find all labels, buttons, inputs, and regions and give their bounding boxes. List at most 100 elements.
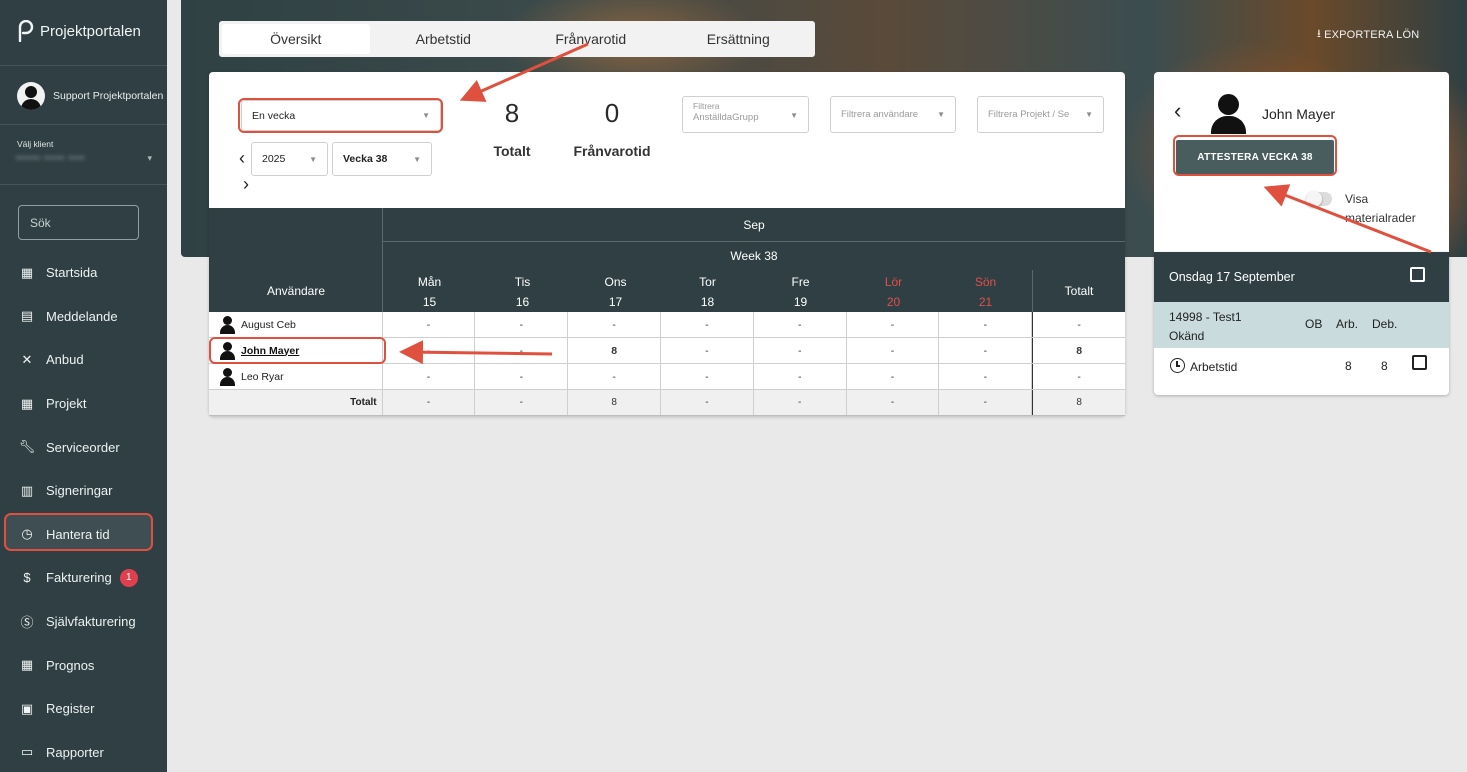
stat-total-value: 8 [504, 98, 520, 128]
group-filter-line1: Filtrera [693, 101, 720, 111]
user-filter-placeholder: Filtrera användare [841, 109, 919, 120]
sidebar-item-startsida[interactable]: ▦ Startsida [0, 251, 167, 295]
day-cell: - [661, 364, 754, 389]
chevron-right-icon[interactable]: › [243, 174, 249, 195]
export-button[interactable]: ⭳ EXPORTERA LÖN [1317, 25, 1419, 44]
day-cell: - [475, 338, 569, 363]
message-icon: ▤ [20, 308, 34, 324]
sidebar-item-label: Prognos [46, 657, 95, 673]
day-cell: - [475, 312, 569, 337]
day-date: 19 [793, 295, 808, 309]
annotation-highlight [238, 98, 443, 133]
sidebar-item-label: Signeringar [46, 483, 113, 499]
annotation-highlight [1173, 135, 1337, 176]
tab-oversikt[interactable]: Översikt [222, 24, 370, 54]
sidebar-item-fakturering[interactable]: $ Fakturering 1 [0, 556, 167, 600]
panel-user-name: John Mayer [1262, 106, 1336, 122]
day-cell: - [383, 364, 476, 389]
search-input[interactable]: Sök [18, 205, 139, 240]
day-cell: - [661, 338, 754, 363]
wrench-icon: 🔧︎ [18, 439, 36, 455]
client-value: •••••• ••••• •••• [16, 153, 86, 163]
user-filter[interactable]: Filtrera användare ▼ [830, 96, 956, 133]
group-filter[interactable]: Filtrera AnställdaGrupp ▼ [682, 96, 809, 133]
tab-franvarotid[interactable]: Frånvarotid [517, 24, 665, 54]
sidebar-item-anbud[interactable]: ✕ Anbud [0, 338, 167, 382]
sidebar-item-projekt[interactable]: ▦ Projekt [0, 382, 167, 426]
material-rows-toggle[interactable] [1306, 191, 1332, 207]
tools-icon: ✕ [21, 351, 33, 367]
clock-icon: ◷ [21, 526, 33, 542]
footer-cell: - [383, 390, 476, 415]
dollar-circle-icon: Ⓢ [20, 615, 34, 631]
year-select[interactable]: 2025 ▼ [251, 142, 328, 176]
sidebar-item-register[interactable]: ▣ Register [0, 687, 167, 731]
day-header: Mån 15 [383, 270, 476, 312]
footer-cell: - [661, 390, 754, 415]
sidebar-item-rapporter[interactable]: ▭ Rapporter [0, 731, 167, 772]
table-row: Leo Ryar - - - - - - - - [209, 364, 1125, 390]
logo[interactable]: Projektportalen [18, 20, 141, 42]
back-arrow-icon[interactable]: ‹ [1174, 98, 1181, 124]
annotation-highlight [209, 337, 386, 364]
project-filter-placeholder: Filtrera Projekt / Se [988, 109, 1070, 120]
work-label: Arbetstid [1190, 360, 1238, 374]
stat-total-label: Totalt [493, 143, 531, 159]
stat-absence-value: 0 [604, 98, 620, 128]
sidebar-item-meddelande[interactable]: ▤ Meddelande [0, 295, 167, 339]
week-value: Vecka 38 [343, 153, 388, 165]
sidebar-item-label: Hantera tid [46, 526, 110, 542]
day-checkbox[interactable] [1410, 267, 1425, 282]
user-header-label: Användare [266, 284, 326, 298]
day-name: Tor [699, 275, 716, 289]
chevron-left-icon[interactable]: ‹ [239, 148, 245, 169]
total-cell: - [1032, 364, 1125, 389]
week-select[interactable]: Vecka 38 ▼ [332, 142, 432, 176]
day-date: 18 [700, 295, 715, 309]
sidebar-item-prognos[interactable]: ▦ Prognos [0, 643, 167, 687]
sidebar-item-label: Fakturering [46, 570, 112, 586]
col-ob-header: OB [1305, 317, 1323, 331]
work-checkbox[interactable] [1412, 355, 1427, 370]
chevron-down-icon: ▾ [147, 153, 152, 163]
day-header-label: Onsdag 17 September [1169, 270, 1295, 284]
work-row: Arbetstid 8 8 [1154, 348, 1449, 392]
table-header: Användare Sep Week 38 Mån 15 Tis 16 Ons 17 … [209, 208, 1125, 312]
project-name: 14998 - Test1 Okänd [1169, 308, 1242, 346]
tab-ersattning[interactable]: Ersättning [665, 24, 813, 54]
user-profile[interactable]: Support Projektportalen [17, 82, 163, 110]
user-name: Support Projektportalen [53, 90, 164, 102]
day-cell: - [754, 364, 847, 389]
day-cell[interactable]: 8 [568, 338, 662, 363]
toggle-label: Visa materialrader [1345, 192, 1416, 225]
user-name: Leo Ryar [241, 370, 284, 383]
sidebar-item-label: Projekt [46, 396, 87, 412]
day-cell: - [383, 312, 476, 337]
day-cell: - [847, 312, 940, 337]
clock-icon [1170, 358, 1185, 373]
project-title: 14998 - Test1 [1169, 310, 1242, 324]
client-select[interactable]: •••••• ••••• •••• ▾ [16, 153, 152, 165]
signature-icon: ▥ [20, 482, 34, 498]
sidebar-nav: ▦ Startsida ▤ Meddelande ✕ Anbud ▦ Proje… [0, 251, 167, 772]
sidebar-item-label: Meddelande [46, 308, 118, 324]
day-header: Onsdag 17 September [1154, 252, 1449, 302]
tab-arbetstid[interactable]: Arbetstid [370, 24, 518, 54]
day-date: 17 [608, 295, 623, 309]
dollar-icon: $ [23, 570, 31, 586]
year-value: 2025 [262, 153, 286, 165]
project-filter[interactable]: Filtrera Projekt / Se ▼ [977, 96, 1104, 133]
day-cell: - [661, 312, 754, 337]
work-deb-value: 8 [1381, 359, 1388, 373]
sidebar-item-serviceorder[interactable]: 🔧︎ Serviceorder [0, 425, 167, 469]
divider [0, 184, 167, 185]
chevron-down-icon: ▼ [937, 110, 945, 119]
week-header: Week 38 [730, 249, 778, 263]
sidebar-item-signeringar[interactable]: ▥ Signeringar [0, 469, 167, 513]
chevron-down-icon: ▼ [413, 154, 421, 164]
work-arb-value: 8 [1345, 359, 1352, 373]
sidebar-item-hantera-tid[interactable]: ◷ Hantera tid [0, 512, 167, 557]
footer-cell: - [847, 390, 940, 415]
sidebar-item-sjalvfakturering[interactable]: Ⓢ Självfakturering [0, 600, 167, 644]
person-icon [219, 315, 235, 334]
